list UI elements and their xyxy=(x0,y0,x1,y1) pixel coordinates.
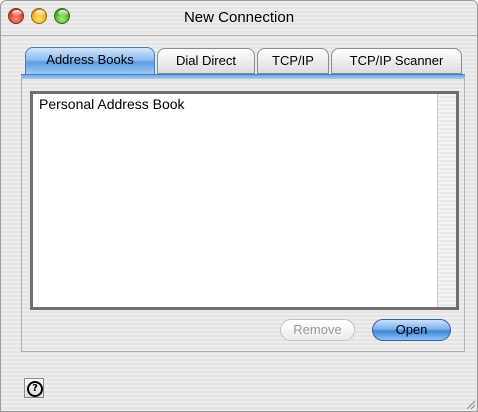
window-title: New Connection xyxy=(183,9,295,26)
list-scrollbar[interactable] xyxy=(437,94,456,307)
resize-grip-icon[interactable] xyxy=(464,398,476,410)
open-button[interactable]: Open xyxy=(372,319,451,341)
title-bar[interactable]: New Connection xyxy=(1,1,477,36)
tab-tcp-ip[interactable]: TCP/IP xyxy=(257,48,329,74)
address-book-list[interactable]: Personal Address Book xyxy=(30,91,459,310)
remove-button[interactable]: Remove xyxy=(280,319,355,341)
list-item-personal-address-book[interactable]: Personal Address Book xyxy=(39,96,185,112)
help-button[interactable]: ? xyxy=(24,378,44,398)
tab-tcp-ip-scanner[interactable]: TCP/IP Scanner xyxy=(331,48,462,74)
tab-address-books[interactable]: Address Books xyxy=(25,47,155,75)
tab-dial-direct[interactable]: Dial Direct xyxy=(157,48,255,74)
help-question-icon: ? xyxy=(27,381,43,397)
